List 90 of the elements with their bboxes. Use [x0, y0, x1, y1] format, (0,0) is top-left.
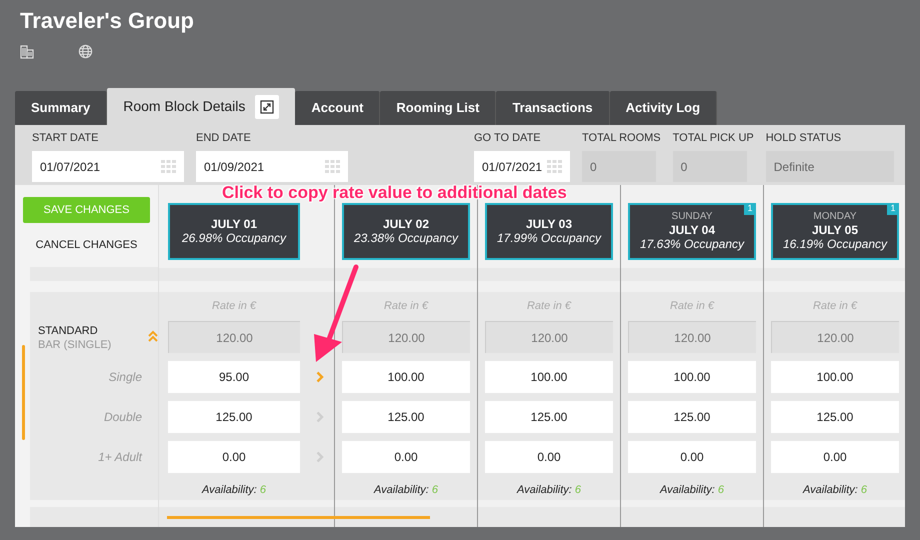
chevron-right-icon[interactable]: [316, 371, 324, 384]
tab[interactable]: Room Block Details: [107, 88, 296, 125]
building-icon[interactable]: [20, 44, 34, 58]
date-label: JULY 01: [210, 217, 258, 231]
chevron-right-icon[interactable]: [316, 451, 324, 464]
date-label: JULY 05: [812, 223, 858, 237]
availability-label: Availability:: [517, 483, 572, 498]
date-label: JULY 03: [526, 217, 572, 231]
rate-input[interactable]: 0.00: [485, 441, 613, 474]
room-type-name: STANDARD: [38, 324, 99, 338]
readonly-field: Definite: [766, 151, 894, 182]
readonly-field: 0: [672, 151, 747, 182]
annotation-text: Click to copy rate value to additional dates: [222, 184, 567, 202]
field-label: TOTAL PICK UP: [672, 131, 754, 145]
date-label: JULY 04: [668, 223, 716, 237]
occupancy-text: 26.98% Occupancy: [182, 231, 286, 246]
availability-count: 6: [574, 483, 581, 498]
availability-label: Availability:: [803, 483, 858, 498]
rate-label: Rate in €: [384, 299, 428, 314]
date-field[interactable]: 01/07/2021: [32, 151, 184, 182]
rate-input[interactable]: 0.00: [771, 441, 899, 474]
occupancy-text: 16.19% Occupancy: [782, 237, 888, 252]
collapse-icon[interactable]: [148, 330, 158, 342]
day-header-card[interactable]: MONDAY JULY 05 16.19% Occupancy 1: [771, 203, 899, 260]
tab[interactable]: Activity Log: [610, 91, 718, 125]
chevron-right-icon[interactable]: [316, 411, 324, 424]
rate-label: Rate in €: [212, 299, 256, 314]
availability-label: Availability:: [374, 483, 429, 498]
rate-label: Rate in €: [526, 299, 572, 314]
rate-input[interactable]: 100.00: [342, 361, 470, 394]
date-field[interactable]: 01/07/2021: [474, 151, 570, 182]
availability-count: 6: [260, 483, 266, 498]
field-label: GO TO DATE: [474, 131, 542, 145]
tab[interactable]: Transactions: [496, 91, 610, 125]
tab[interactable]: Account: [295, 91, 380, 125]
day-header-card[interactable]: JULY 03 17.99% Occupancy: [485, 203, 613, 260]
occupancy-label: Single: [108, 368, 142, 386]
weekday-label: SUNDAY: [672, 211, 712, 223]
rate-input[interactable]: 125.00: [485, 401, 613, 434]
rate-input[interactable]: 100.00: [771, 361, 899, 394]
field-label: START DATE: [32, 131, 100, 145]
rate-input[interactable]: 95.00: [168, 361, 300, 394]
occupancy-text: 17.99% Occupancy: [496, 231, 602, 246]
occupancy-label: Double: [104, 408, 142, 426]
day-header-card[interactable]: SUNDAY JULY 04 17.63% Occupancy 1: [628, 203, 756, 260]
expand-icon[interactable]: [255, 94, 280, 118]
tab[interactable]: Summary: [15, 91, 108, 125]
availability-count: 6: [718, 483, 724, 498]
date-field[interactable]: 01/09/2021: [196, 151, 348, 182]
rate-input[interactable]: 0.00: [628, 441, 756, 474]
count-badge: 1: [744, 203, 756, 215]
base-rate-field: 120.00: [771, 321, 899, 354]
day-header-card[interactable]: JULY 01 26.98% Occupancy: [168, 203, 300, 260]
rate-input[interactable]: 125.00: [168, 401, 300, 434]
field-label: END DATE: [196, 131, 252, 145]
base-rate-field: 120.00: [485, 321, 613, 354]
base-rate-field: 120.00: [168, 321, 300, 354]
cancel-button[interactable]: CANCEL CHANGES: [23, 232, 150, 258]
rate-input[interactable]: 0.00: [168, 441, 300, 474]
calendar-icon[interactable]: [547, 160, 562, 173]
availability-label: Availability:: [660, 483, 715, 498]
rate-label: Rate in €: [670, 299, 714, 314]
availability-count: 6: [432, 483, 438, 498]
rate-label: Rate in €: [812, 299, 858, 314]
readonly-field: 0: [582, 151, 656, 182]
rate-input[interactable]: 0.00: [342, 441, 470, 474]
availability-label: Availability:: [202, 483, 257, 498]
base-rate-field: 120.00: [342, 321, 470, 354]
rate-input[interactable]: 100.00: [485, 361, 613, 394]
availability-count: 6: [860, 483, 867, 498]
occupancy-text: 23.38% Occupancy: [354, 231, 458, 246]
rate-input[interactable]: 100.00: [628, 361, 756, 394]
page-title: Traveler's Group: [20, 8, 195, 34]
date-label: JULY 02: [382, 217, 430, 231]
base-rate-field: 120.00: [628, 321, 756, 354]
globe-icon[interactable]: [78, 44, 93, 59]
calendar-icon[interactable]: [325, 160, 340, 173]
weekday-label: MONDAY: [813, 211, 857, 223]
occupancy-label: 1+ Adult: [98, 448, 142, 466]
day-header-card[interactable]: JULY 02 23.38% Occupancy: [342, 203, 470, 260]
rate-input[interactable]: 125.00: [628, 401, 756, 434]
field-label: TOTAL ROOMS: [582, 131, 661, 145]
field-label: HOLD STATUS: [766, 131, 842, 145]
count-badge: 1: [887, 203, 899, 215]
rate-input[interactable]: 125.00: [771, 401, 899, 434]
calendar-icon[interactable]: [161, 160, 176, 173]
tab[interactable]: Rooming List: [380, 91, 496, 125]
rate-input[interactable]: 125.00: [342, 401, 470, 434]
occupancy-text: 17.63% Occupancy: [640, 237, 744, 252]
rate-plan-name: BAR (SINGLE): [38, 338, 112, 352]
